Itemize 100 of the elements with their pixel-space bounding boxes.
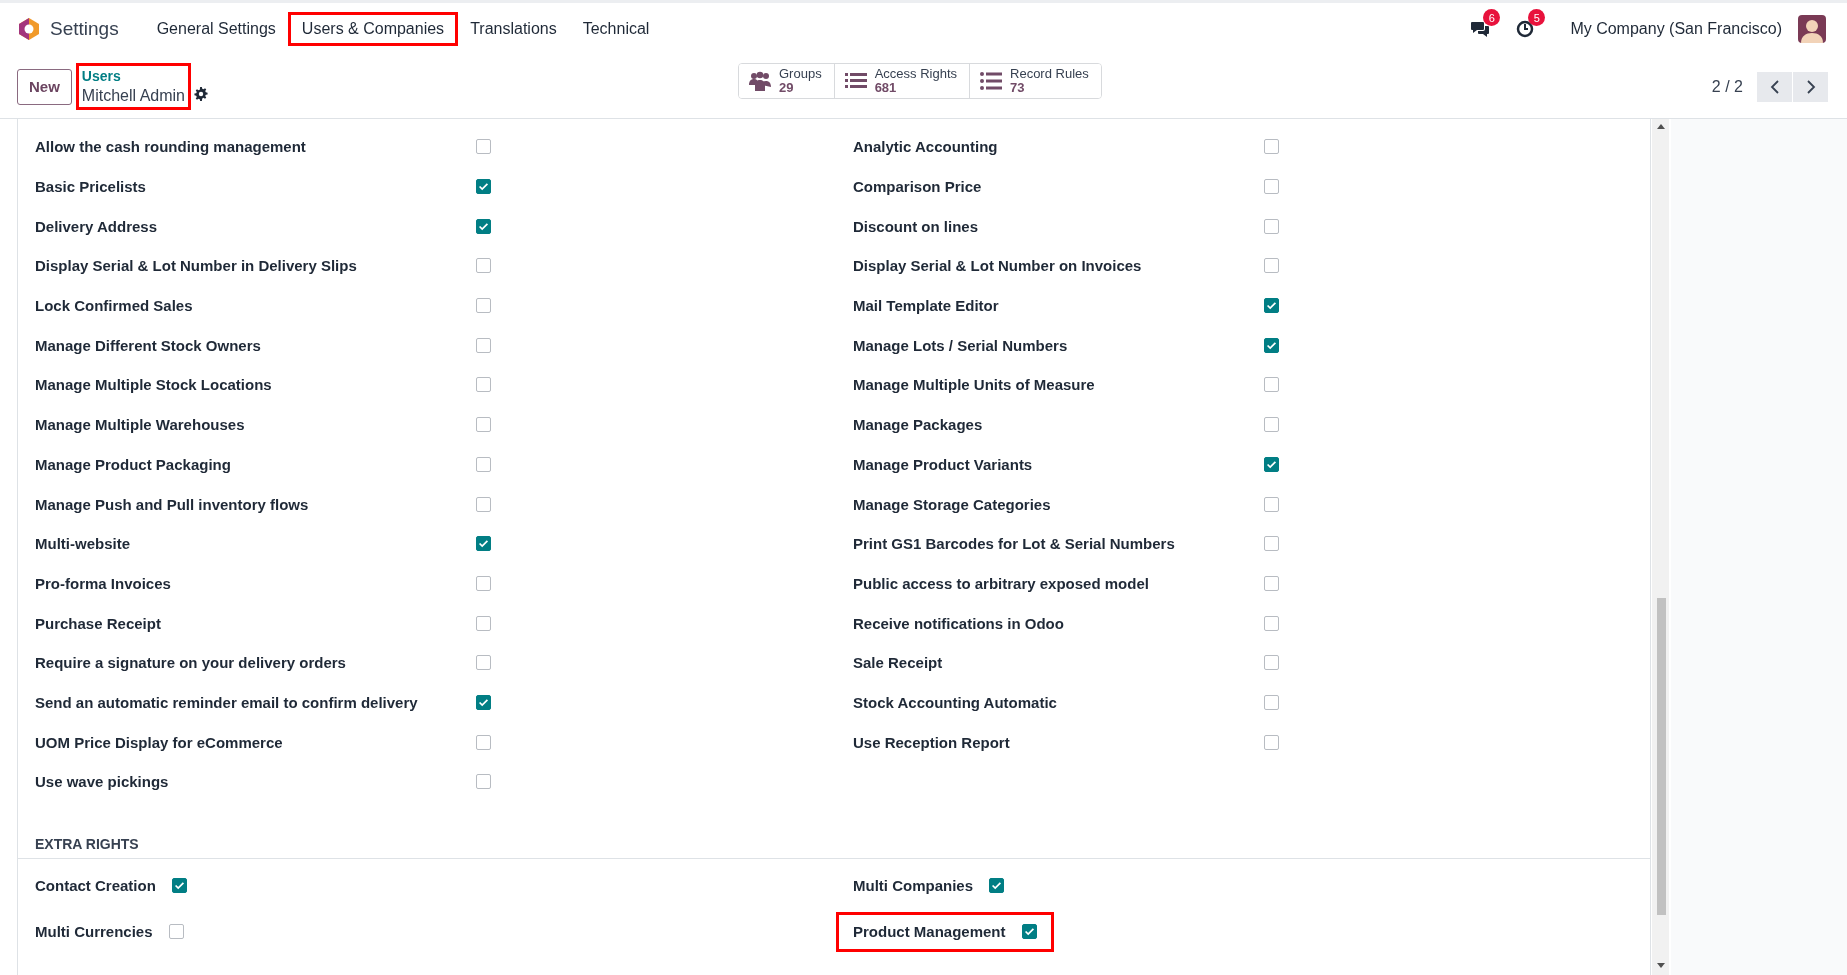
chevron-right-icon (1804, 78, 1817, 95)
scrollbar-thumb[interactable] (1657, 598, 1666, 915)
permission-label: Send an automatic reminder email to confirm delivery (35, 693, 419, 711)
checkbox[interactable] (1264, 218, 1279, 234)
list-icon (844, 71, 867, 91)
checkbox[interactable] (1264, 694, 1279, 710)
checkbox[interactable] (476, 179, 491, 195)
permission-label: Contact Creation (35, 877, 156, 895)
section-heading: EXTRA RIGHTS (18, 835, 1650, 859)
checkbox[interactable] (1264, 337, 1279, 353)
checkbox[interactable] (476, 139, 491, 155)
checkbox[interactable] (476, 694, 491, 710)
checkbox[interactable] (1264, 179, 1279, 195)
permission-label: Manage Push and Pull inventory flows (35, 495, 310, 513)
permission-label: Use Reception Report (853, 733, 1011, 751)
up-arrow-icon (1657, 123, 1665, 129)
app-title[interactable]: Settings (50, 18, 119, 40)
activity-count-badge: 5 (1528, 9, 1546, 26)
permission-label: Use wave pickings (35, 773, 170, 791)
permission-label: Mail Template Editor (853, 297, 1000, 315)
previous-button[interactable] (1757, 71, 1792, 102)
checkbox[interactable] (476, 258, 491, 274)
message-count-badge: 6 (1483, 9, 1501, 26)
permission-label: Manage Storage Categories (853, 495, 1052, 513)
permission-label: Receive notifications in Odoo (853, 614, 1065, 632)
checkbox[interactable] (1264, 734, 1279, 750)
permission-label: Display Serial & Lot Number in Delivery Slips (35, 257, 358, 275)
chevron-left-icon (1768, 78, 1781, 95)
permission-label: Discount on lines (853, 217, 979, 235)
checkbox[interactable] (1264, 496, 1279, 512)
menu-item[interactable]: Translations (456, 12, 571, 46)
company-switcher[interactable]: My Company (San Francisco) (1570, 20, 1782, 38)
permission-label: Stock Accounting Automatic (853, 693, 1058, 711)
record-title: Mitchell Admin (81, 86, 185, 105)
checkbox[interactable] (476, 536, 491, 552)
permission-label: Manage Product Variants (853, 455, 1034, 473)
checkbox[interactable] (1264, 536, 1279, 552)
checkbox[interactable] (1264, 377, 1279, 393)
permission-label: Manage Packages (853, 416, 984, 434)
people-icon (749, 71, 771, 91)
checkbox[interactable] (476, 774, 491, 790)
checkbox[interactable] (476, 218, 491, 234)
menu-item[interactable]: Users & Companies (287, 12, 459, 46)
checkbox[interactable] (1264, 139, 1279, 155)
permission-label: Manage Different Stock Owners (35, 336, 262, 354)
permission-label: Sale Receipt (853, 654, 944, 672)
bullet-list-icon (980, 71, 1002, 91)
permission-label: Manage Product Packaging (35, 455, 232, 473)
permission-label: Manage Multiple Warehouses (35, 416, 246, 434)
permission-label: Analytic Accounting (853, 138, 999, 156)
chat-icon (1470, 19, 1491, 39)
checkbox[interactable] (1264, 417, 1279, 433)
app-logo-icon (17, 17, 41, 41)
permission-label: UOM Price Display for eCommerce (35, 733, 284, 751)
checkbox[interactable] (476, 337, 491, 353)
menu-item[interactable]: Technical (568, 12, 664, 46)
checkbox[interactable] (1264, 615, 1279, 631)
breadcrumb-link[interactable]: Users (81, 67, 185, 86)
permission-label: Print GS1 Barcodes for Lot & Serial Numbers (853, 535, 1176, 553)
checkbox[interactable] (1264, 258, 1279, 274)
checkbox[interactable] (476, 417, 491, 433)
permission-label: Basic Pricelists (35, 178, 147, 196)
user-avatar[interactable] (1798, 15, 1826, 43)
checkbox[interactable] (476, 575, 491, 591)
next-button[interactable] (1793, 71, 1828, 102)
permission-label: Purchase Receipt (35, 614, 162, 632)
permission-label: Delivery Address (35, 217, 158, 235)
permission-label: Comparison Price (853, 178, 983, 196)
stat-button[interactable]: Record Rules 73 (969, 64, 1101, 98)
permission-label: Pro-forma Invoices (35, 574, 172, 592)
checkbox[interactable] (1264, 298, 1279, 314)
permission-label: Multi-website (35, 535, 131, 553)
new-button[interactable]: New (17, 68, 72, 105)
clock-icon (1515, 19, 1536, 39)
checkbox[interactable] (476, 456, 491, 472)
scrollbar[interactable] (1652, 119, 1669, 975)
checkbox[interactable] (476, 298, 491, 314)
checkbox[interactable] (1264, 456, 1279, 472)
checkbox[interactable] (168, 924, 184, 940)
permission-label: Display Serial & Lot Number on Invoices (853, 257, 1143, 275)
permission-label: Manage Multiple Units of Measure (853, 376, 1096, 394)
permission-label: Multi Currencies (35, 923, 153, 941)
permission-label: Multi Companies (853, 877, 973, 895)
checkbox[interactable] (476, 496, 491, 512)
checkbox[interactable] (171, 878, 187, 894)
permission-label: Lock Confirmed Sales (35, 297, 194, 315)
checkbox[interactable] (1264, 655, 1279, 671)
checkbox[interactable] (476, 734, 491, 750)
checkbox[interactable] (476, 377, 491, 393)
checkbox[interactable] (476, 615, 491, 631)
permission-label: Allow the cash rounding management (35, 138, 307, 156)
checkbox[interactable] (989, 878, 1004, 894)
pager-value: 2 / 2 (1711, 77, 1743, 96)
checkbox[interactable] (1021, 924, 1037, 940)
checkbox[interactable] (476, 655, 491, 671)
permission-label: Manage Multiple Stock Locations (35, 376, 273, 394)
permission-label: Product Management (853, 923, 1006, 941)
menu-item[interactable]: General Settings (142, 12, 290, 46)
checkbox[interactable] (1264, 575, 1279, 591)
permission-label: Public access to arbitrary exposed model (853, 574, 1150, 592)
